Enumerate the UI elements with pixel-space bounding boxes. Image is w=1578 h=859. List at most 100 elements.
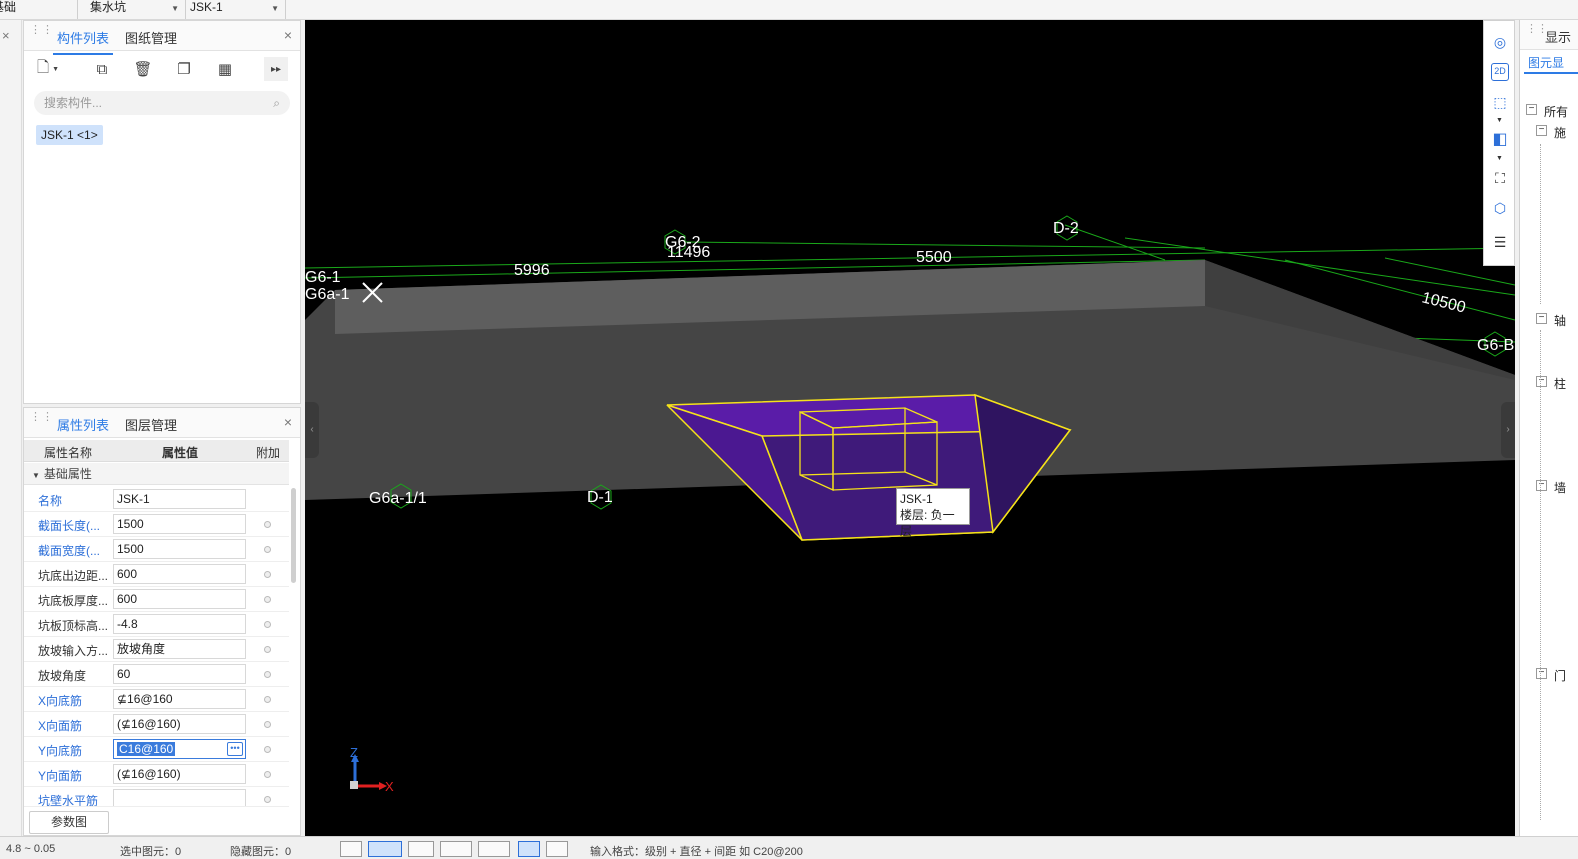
layer-copy-button[interactable]: ▦ <box>213 57 237 81</box>
collapse-toggle[interactable]: − <box>1536 668 1547 679</box>
tab-layer-management[interactable]: 图层管理 <box>125 415 177 434</box>
collapse-toggle[interactable]: − <box>1536 313 1547 324</box>
ellipsis-button[interactable]: ••• <box>227 742 243 756</box>
right-collapse-handle[interactable]: › <box>1501 402 1515 458</box>
dimension-label: 5500 <box>916 249 952 266</box>
cross-select-toggle[interactable] <box>408 841 434 857</box>
collapse-toggle[interactable]: − <box>1526 104 1537 115</box>
scene-svg[interactable]: G6-1 G6a-1 G6-2 D-2 G6-B G6a-1/1 D-1 599… <box>305 20 1515 836</box>
drag-handle-icon[interactable]: ⋮⋮ <box>30 412 53 429</box>
tree-item-all[interactable]: − 所有 <box>1520 100 1578 121</box>
category-dropdown[interactable]: 基础 <box>0 0 78 19</box>
type-dropdown[interactable]: 集水坑 ▼ <box>86 0 186 19</box>
property-panel-tabs: ⋮⋮ 属性列表 图层管理 × <box>24 408 300 442</box>
tree-item-wall[interactable]: − 墙 <box>1520 476 1578 497</box>
close-icon[interactable]: × <box>2 28 10 43</box>
collapse-toggle[interactable]: − <box>1536 480 1547 491</box>
chevron-down-icon[interactable]: ▼ <box>1496 155 1503 162</box>
ortho-toggle[interactable] <box>518 841 540 857</box>
component-value: JSK-1 <box>190 0 223 14</box>
extra-checkbox[interactable] <box>264 621 271 628</box>
tree-item-construction[interactable]: − 施 <box>1520 121 1578 142</box>
property-value-input[interactable] <box>113 789 246 806</box>
property-value-input[interactable]: 放坡角度 <box>113 639 246 659</box>
property-value-input[interactable]: (⊈16@160) <box>113 714 246 734</box>
extra-checkbox[interactable] <box>264 646 271 653</box>
property-row: 坑底出边距... 600 <box>24 562 289 587</box>
property-value-input[interactable]: 60 <box>113 664 246 684</box>
left-collapse-handle[interactable]: ‹ <box>305 402 319 458</box>
tab-component-list[interactable]: 构件列表 <box>52 28 114 55</box>
copy-icon: ⧉ <box>96 60 108 78</box>
collapse-toggle[interactable]: − <box>1536 376 1547 387</box>
property-value-input[interactable]: 1500 <box>113 514 246 534</box>
tree-label: 所有 <box>1544 105 1569 119</box>
new-component-button[interactable]: 🗋 ▼ <box>36 57 60 81</box>
copy-button[interactable]: ⧉ <box>90 57 114 81</box>
property-value-input[interactable]: 1500 <box>113 539 246 559</box>
tree-item-column[interactable]: − 柱 <box>1520 372 1578 393</box>
left-collapsed-strip[interactable]: × <box>0 20 22 836</box>
extra-checkbox[interactable] <box>264 546 271 553</box>
drag-handle-icon[interactable]: ⋮⋮ <box>30 25 53 42</box>
more-button[interactable]: ▸▸ <box>264 57 288 81</box>
collapse-toggle[interactable]: − <box>1536 125 1547 136</box>
hidden-count: 隐藏图元：0 <box>230 846 292 858</box>
tree-item-axis[interactable]: − 轴 <box>1520 309 1578 330</box>
scrollbar[interactable] <box>291 488 296 583</box>
layer-display-icon[interactable]: ☰ <box>1489 231 1511 253</box>
tree-item-door[interactable]: − 门 <box>1520 664 1578 685</box>
property-value-input-active[interactable]: C16@160 ••• <box>113 739 246 759</box>
type-value: 集水坑 <box>90 0 127 14</box>
double-chevron-right-icon: ▸▸ <box>270 63 282 75</box>
extra-checkbox[interactable] <box>264 721 271 728</box>
3d-box-icon[interactable]: ⬚ <box>1489 91 1511 113</box>
angle-toggle[interactable] <box>546 841 568 857</box>
property-value-input[interactable]: 600 <box>113 589 246 609</box>
extra-checkbox[interactable] <box>264 746 271 753</box>
snap-toggle[interactable] <box>340 841 362 857</box>
extra-checkbox[interactable] <box>264 521 271 528</box>
close-icon[interactable]: × <box>284 414 292 430</box>
3d-viewport[interactable]: G6-1 G6a-1 G6-2 D-2 G6-B G6a-1/1 D-1 599… <box>305 20 1515 836</box>
tab-element-display[interactable]: 图元显 <box>1524 54 1578 74</box>
extra-checkbox[interactable] <box>264 571 271 578</box>
tab-property-list[interactable]: 属性列表 <box>52 415 114 442</box>
3d-solid-icon[interactable]: ◧ <box>1489 129 1511 151</box>
extra-checkbox[interactable] <box>264 596 271 603</box>
property-value-input[interactable]: (⊈16@160) <box>113 764 246 784</box>
extra-checkbox[interactable] <box>264 671 271 678</box>
group-label: 基础属性 <box>43 467 92 481</box>
extra-checkbox[interactable] <box>264 696 271 703</box>
property-value-input[interactable]: JSK-1 <box>113 489 246 509</box>
tab-drawing-management[interactable]: 图纸管理 <box>125 28 177 47</box>
extra-checkbox[interactable] <box>264 796 271 803</box>
chevron-down-icon[interactable]: ▼ <box>1496 117 1503 124</box>
display-settings-panel: ⋮⋮ 显示 图元显 − 所有 − 施 − 轴 − 柱 − 墙 − 门 <box>1519 20 1578 836</box>
property-value-input[interactable]: 600 <box>113 564 246 584</box>
search-input[interactable]: 搜索构件... ⌕ <box>34 91 290 115</box>
hover-tooltip: JSK-1 楼层: 负一层 <box>896 488 970 538</box>
grid-toggle[interactable] <box>478 841 510 857</box>
chevron-down-icon: ▼ <box>171 4 179 13</box>
2d-view-icon[interactable]: 2D <box>1491 63 1509 81</box>
close-icon[interactable]: × <box>284 27 292 43</box>
delete-button[interactable]: 🗑 <box>131 57 155 81</box>
fullscreen-icon[interactable]: ⛶ <box>1489 167 1511 189</box>
select-mode-toggle[interactable] <box>368 841 402 857</box>
orbit-icon[interactable]: ◎ <box>1489 31 1511 53</box>
property-value-input[interactable]: -4.8 <box>113 614 246 634</box>
tree-guide <box>1540 330 1541 820</box>
property-group-basic[interactable]: ▼ 基础属性 <box>24 463 289 485</box>
extra-checkbox[interactable] <box>264 771 271 778</box>
component-dropdown[interactable]: JSK-1 ▼ <box>186 0 286 19</box>
tooltip-floor: 楼层: 负一层 <box>900 508 955 538</box>
parameter-diagram-button[interactable]: 参数图 <box>29 811 109 834</box>
property-name: X向底筋 <box>38 694 83 708</box>
line-toggle[interactable] <box>440 841 472 857</box>
category-value: 基础 <box>0 0 17 14</box>
property-value-input[interactable]: ⊈16@160 <box>113 689 246 709</box>
component-list-item[interactable]: JSK-1 <1> <box>36 125 103 145</box>
duplicate-button[interactable]: ❐ <box>172 57 196 81</box>
view-cube-icon[interactable]: ⬡ <box>1489 197 1511 219</box>
